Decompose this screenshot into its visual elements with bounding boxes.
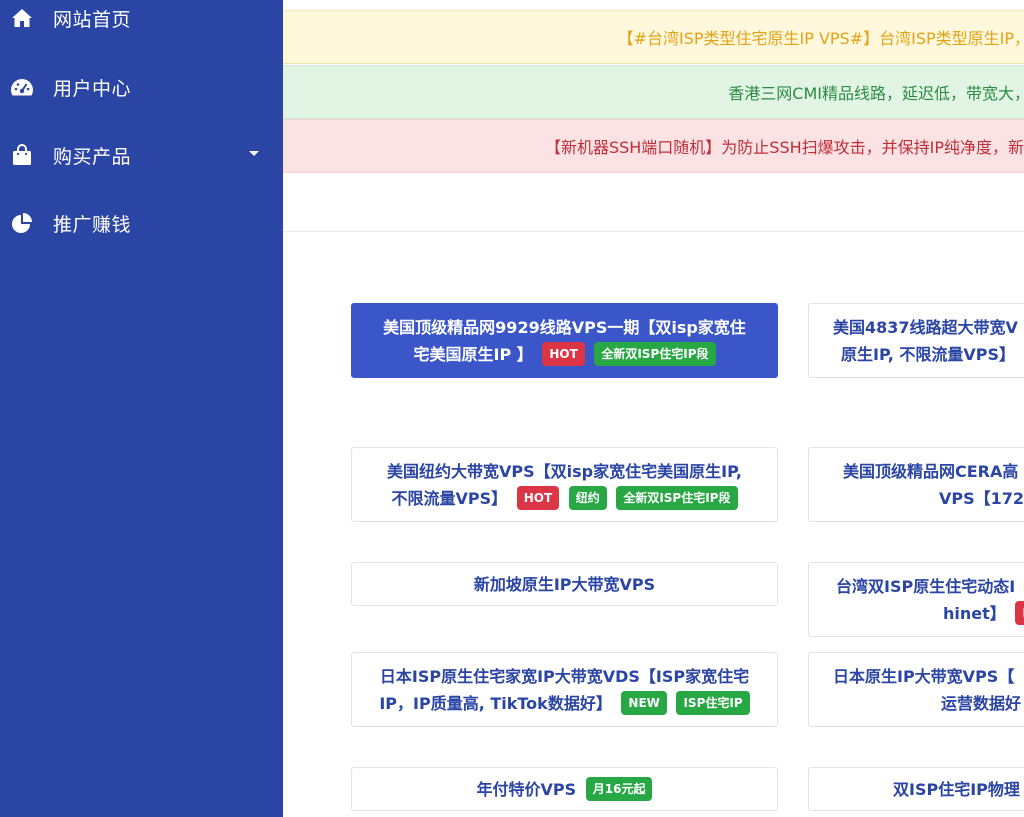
product-title: 新加坡原生IP大带宽VPS xyxy=(473,574,656,594)
sidebar-item-buy-products[interactable]: 购买产品 xyxy=(0,133,283,177)
product-title: 美国纽约大带宽VPS【双isp家宽住宅美国原生IP, xyxy=(387,461,742,481)
product-card[interactable]: 美国顶级精品网9929线路VPS一期【双isp家宽住 宅美国原生IP 】 HOT… xyxy=(351,303,778,378)
product-card[interactable]: 美国纽约大带宽VPS【双isp家宽住宅美国原生IP, 不限流量VPS】 HOT … xyxy=(351,447,778,522)
product-card[interactable]: 双ISP住宅IP物理 xyxy=(808,767,1024,811)
announcement-warning: 【#台湾ISP类型住宅原生IP VPS#】台湾ISP类型原生IP，解锁 xyxy=(283,10,1024,64)
tag-badge: 纽约 xyxy=(568,486,607,510)
product-card[interactable]: 日本原生IP大带宽VPS【 运营数据好 xyxy=(808,652,1024,727)
sidebar-item-label: 购买产品 xyxy=(53,145,132,168)
sidebar: 网站首页 用户中心 购买产品 推广赚钱 xyxy=(0,0,283,817)
announcement-danger: 【新机器SSH端口随机】为防止SSH扫爆攻击，并保持IP纯净度，新 xyxy=(283,119,1024,173)
hot-badge: HOT xyxy=(516,486,560,510)
announcement-text: 【#台湾ISP类型住宅原生IP VPS#】台湾ISP类型原生IP，解锁 xyxy=(617,29,1024,48)
product-title: 美国顶级精品网CERA高 xyxy=(843,461,1019,481)
announcement-success: 香港三网CMI精品线路，延迟低，带宽大， xyxy=(283,65,1024,119)
product-title: 日本ISP原生住宅家宽IP大带宽VDS【ISP家宽住宅 xyxy=(379,666,750,686)
product-title: 台湾双ISP原生住宅动态I xyxy=(836,576,1016,596)
chevron-down-icon xyxy=(249,151,259,156)
new-badge: NEW xyxy=(621,691,667,715)
tag-badge: ISP住宅IP xyxy=(676,691,750,715)
product-card[interactable]: 美国4837线路超大带宽V 原生IP, 不限流量VPS】 xyxy=(808,303,1024,378)
product-card[interactable]: 台湾双ISP原生住宅动态I hinet】 HO xyxy=(808,562,1024,637)
product-title: 年付特价VPS xyxy=(476,779,577,799)
product-card[interactable]: 年付特价VPS 月16元起 xyxy=(351,767,778,811)
announcement-text: 香港三网CMI精品线路，延迟低，带宽大， xyxy=(728,84,1024,103)
sidebar-item-user-center[interactable]: 用户中心 xyxy=(0,65,283,109)
product-title: 双ISP住宅IP物理 xyxy=(893,779,1020,799)
tag-badge: 全新双ISP住宅IP段 xyxy=(616,486,738,510)
announcement-text: 【新机器SSH端口随机】为防止SSH扫爆攻击，并保持IP纯净度，新 xyxy=(544,138,1024,157)
product-title: 不限流量VPS】 xyxy=(391,488,508,508)
product-title: 日本原生IP大带宽VPS【 xyxy=(833,666,1015,686)
product-title: VPS【172段 xyxy=(939,488,1024,508)
home-icon xyxy=(10,6,34,30)
product-title: 美国4837线路超大带宽V xyxy=(833,317,1018,337)
hot-badge: HOT xyxy=(542,342,585,366)
product-title: IP，IP质量高, TikTok数据好】 xyxy=(379,693,612,713)
product-title: 原生IP, 不限流量VPS】 xyxy=(841,344,1016,364)
tag-badge: 全新双ISP住宅IP段 xyxy=(594,342,716,366)
hot-badge: HO xyxy=(1015,601,1024,625)
price-badge: 月16元起 xyxy=(585,777,653,801)
product-title: 宅美国原生IP 】 xyxy=(413,344,533,364)
sidebar-item-label: 推广赚钱 xyxy=(53,213,132,236)
dashboard-icon xyxy=(10,75,34,99)
product-title: 美国顶级精品网9929线路VPS一期【双isp家宽住 xyxy=(383,317,746,337)
shopping-bag-icon xyxy=(10,143,34,167)
main-content: 【#台湾ISP类型住宅原生IP VPS#】台湾ISP类型原生IP，解锁 香港三网… xyxy=(283,0,1024,817)
product-card[interactable]: 日本ISP原生住宅家宽IP大带宽VDS【ISP家宽住宅 IP，IP质量高, Ti… xyxy=(351,652,778,727)
product-card[interactable]: 新加坡原生IP大带宽VPS xyxy=(351,562,778,606)
product-title: hinet】 xyxy=(943,603,1006,623)
pie-chart-icon xyxy=(10,211,34,235)
sidebar-item-referral[interactable]: 推广赚钱 xyxy=(0,201,283,245)
sidebar-item-label: 网站首页 xyxy=(53,8,132,31)
sidebar-item-home[interactable]: 网站首页 xyxy=(0,0,283,40)
product-card[interactable]: 美国顶级精品网CERA高 VPS【172段 xyxy=(808,447,1024,522)
divider xyxy=(283,231,1024,232)
sidebar-item-label: 用户中心 xyxy=(53,77,132,100)
product-title: 运营数据好 xyxy=(941,693,1022,713)
